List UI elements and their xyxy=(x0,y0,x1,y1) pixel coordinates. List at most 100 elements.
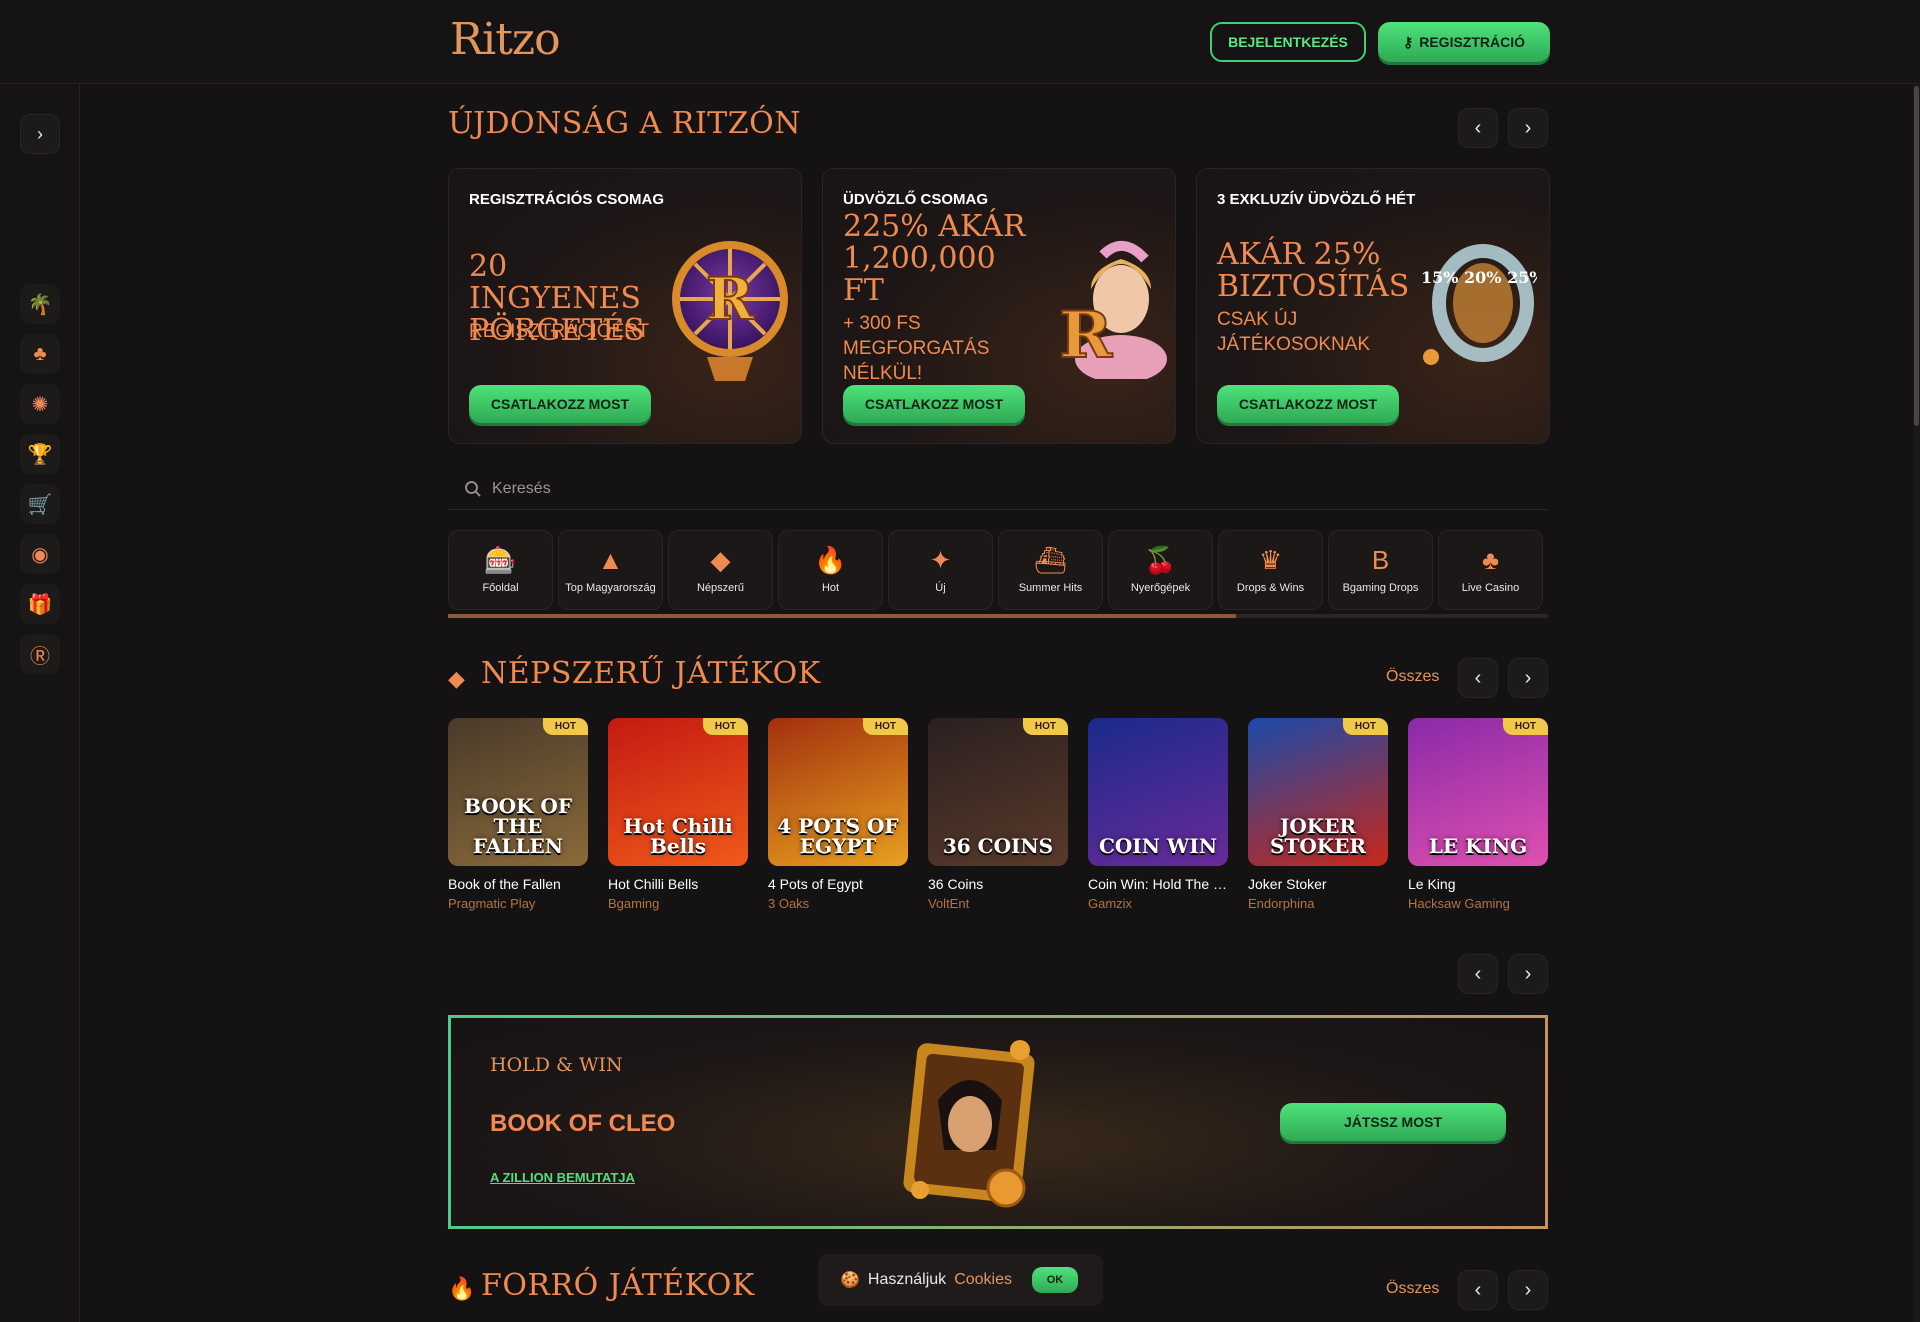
category-scrollbar-thumb[interactable] xyxy=(448,614,1236,618)
category-tab[interactable]: ⛴ Summer Hits xyxy=(998,530,1103,610)
popular-next-button[interactable]: › xyxy=(1508,658,1548,698)
category-label: Népszerű xyxy=(696,582,745,594)
sidebar-item-club[interactable]: ♣ xyxy=(20,334,60,374)
category-label: Hot xyxy=(821,582,840,594)
cookie-link[interactable]: Cookies xyxy=(954,1271,1012,1289)
news-prev-button[interactable]: ‹ xyxy=(1458,108,1498,148)
search-input[interactable]: Keresés xyxy=(492,480,551,498)
sidebar-item-percent-badge[interactable]: ✺ xyxy=(20,384,60,424)
game-thumbnail[interactable]: HOT JOKER STOKER xyxy=(1248,718,1388,866)
game-card[interactable]: COIN WIN Coin Win: Hold The Spin Gamzix xyxy=(1088,718,1228,911)
chevron-right-icon: › xyxy=(1524,116,1532,139)
join-now-button[interactable]: CSATLAKOZZ MOST xyxy=(1217,385,1399,423)
hot-badge: HOT xyxy=(1022,718,1068,735)
game-card[interactable]: HOT 4 POTS OF EGYPT 4 Pots of Egypt 3 Oaks xyxy=(768,718,908,911)
game-name[interactable]: Hot Chilli Bells xyxy=(608,876,748,892)
sidebar-item-gift[interactable]: 🎁 xyxy=(20,584,60,624)
game-card[interactable]: HOT LE KING Le King Hacksaw Gaming xyxy=(1408,718,1548,911)
category-label: Főoldal xyxy=(482,582,519,594)
search-icon xyxy=(465,480,481,497)
featured-title: BOOK OF CLEO xyxy=(490,1110,676,1137)
featured-tag: HOLD & WIN xyxy=(490,1054,623,1076)
game-name[interactable]: Coin Win: Hold The Spin xyxy=(1088,876,1228,892)
cookie-ok-button[interactable]: OK xyxy=(1032,1267,1078,1293)
category-tab[interactable]: ✦ Új xyxy=(888,530,993,610)
promo-card-welcome[interactable]: ÜDVÖZLŐ CSOMAG 225% AKÁR 1,200,000 FT + … xyxy=(822,168,1176,444)
sidebar-item-ritzo-r[interactable]: Ⓡ xyxy=(20,634,60,674)
game-card[interactable]: HOT 36 COINS 36 Coins VoltEnt xyxy=(928,718,1068,911)
game-name[interactable]: Le King xyxy=(1408,876,1548,892)
game-card[interactable]: HOT BOOK OF THE FALLEN Book of the Fallen P… xyxy=(448,718,588,911)
game-thumbnail[interactable]: HOT 4 POTS OF EGYPT xyxy=(768,718,908,866)
promo-subline: CSAK ÚJ JÁTÉKOSOKNAK xyxy=(1217,309,1371,355)
promo-card-registration[interactable]: REGISZTRÁCIÓS CSOMAG 20 INGYENES PÖRGETÉ… xyxy=(448,168,802,444)
category-tab[interactable]: ♣ Live Casino xyxy=(1438,530,1543,610)
news-section-title: ÚJDONSÁG A RITZÓN xyxy=(448,106,801,141)
popular-all-link[interactable]: Összes xyxy=(1386,668,1439,686)
percent-badge-icon: ✺ xyxy=(31,393,49,416)
sidebar-item-palm[interactable]: 🌴 xyxy=(20,284,60,324)
featured-provider-link[interactable]: A ZILLION BEMUTATJA xyxy=(490,1170,635,1185)
register-button[interactable]: ⚷ REGISZTRÁCIÓ xyxy=(1378,22,1550,62)
login-button[interactable]: BEJELENTKEZÉS xyxy=(1210,22,1366,62)
game-name[interactable]: 4 Pots of Egypt xyxy=(768,876,908,892)
category-tab[interactable]: ▲ Top Magyarország xyxy=(558,530,663,610)
game-name[interactable]: 36 Coins xyxy=(928,876,1068,892)
sidebar-item-cart[interactable]: 🛒 xyxy=(20,484,60,524)
logo[interactable]: Ritzo xyxy=(450,14,561,65)
promo-headline: AKÁR 25% BIZTOSÍTÁS xyxy=(1217,237,1410,304)
game-thumbnail[interactable]: HOT Hot Chilli Bells xyxy=(608,718,748,866)
game-card[interactable]: HOT JOKER STOKER Joker Stoker Endorphina xyxy=(1248,718,1388,911)
hot-badge: HOT xyxy=(702,718,748,735)
search-bar[interactable]: Keresés xyxy=(448,468,1548,510)
join-now-button[interactable]: CSATLAKOZZ MOST xyxy=(469,385,651,423)
ritzo-r-icon: Ⓡ xyxy=(30,645,50,668)
hot-next-button[interactable]: › xyxy=(1508,1270,1548,1310)
cookie-icon: 🍪 xyxy=(840,1272,860,1289)
category-tab[interactable]: ♛ Drops & Wins xyxy=(1218,530,1323,610)
cookie-banner: 🍪 Használjuk Cookies OK xyxy=(818,1254,1103,1306)
slot-machine-icon: 🎰 xyxy=(484,545,517,575)
hot-all-link[interactable]: Összes xyxy=(1386,1280,1439,1298)
category-label: Top Magyarország xyxy=(565,582,656,594)
sidebar-item-trophy[interactable]: 🏆 xyxy=(20,434,60,474)
game-art-title: 36 COINS xyxy=(942,834,1054,858)
sidebar-item-chip[interactable]: ◉ xyxy=(20,534,60,574)
game-name[interactable]: Book of the Fallen xyxy=(448,876,588,892)
category-tab[interactable]: 🔥 Hot xyxy=(778,530,883,610)
page-scrollbar-thumb[interactable] xyxy=(1914,86,1919,426)
join-now-button[interactable]: CSATLAKOZZ MOST xyxy=(843,385,1025,423)
game-art-title: JOKER STOKER xyxy=(1270,814,1366,858)
category-tab[interactable]: ◆ Népszerű xyxy=(668,530,773,610)
category-tab[interactable]: B Bgaming Drops xyxy=(1328,530,1433,610)
game-thumbnail[interactable]: HOT LE KING xyxy=(1408,718,1548,866)
news-next-button[interactable]: › xyxy=(1508,108,1548,148)
game-art-title: 4 POTS OF EGYPT xyxy=(777,814,899,858)
game-thumbnail[interactable]: COIN WIN xyxy=(1088,718,1228,866)
popular-games-list: HOT BOOK OF THE FALLEN Book of the Fallen P… xyxy=(448,718,1548,911)
game-provider: Hacksaw Gaming xyxy=(1408,896,1510,911)
play-now-button[interactable]: JÁTSSZ MOST xyxy=(1280,1103,1506,1141)
featured-next-button[interactable]: › xyxy=(1508,954,1548,994)
featured-prev-button[interactable]: ‹ xyxy=(1458,954,1498,994)
category-tab[interactable]: 🍒 Nyerőgépek xyxy=(1108,530,1213,610)
chevron-right-icon: › xyxy=(1524,962,1532,985)
game-name[interactable]: Joker Stoker xyxy=(1248,876,1388,892)
category-tab[interactable]: 🎰 Főoldal xyxy=(448,530,553,610)
sidebar-nav: 🌴 ♣ ✺ 🏆 🛒 ◉ 🎁 Ⓡ xyxy=(20,284,60,684)
diamond-icon: ◆ xyxy=(710,545,731,575)
promo-card-insurance[interactable]: 3 EXKLUZÍV ÜDVÖZLŐ HÉT AKÁR 25% BIZTOSÍT… xyxy=(1196,168,1550,444)
game-card[interactable]: HOT Hot Chilli Bells Hot Chilli Bells Bgami… xyxy=(608,718,748,911)
popular-prev-button[interactable]: ‹ xyxy=(1458,658,1498,698)
sidebar-expand-button[interactable]: › xyxy=(20,114,60,154)
crown-icon: ♛ xyxy=(1258,545,1283,575)
game-provider: Endorphina xyxy=(1248,896,1315,911)
hot-badge: HOT xyxy=(1342,718,1388,735)
game-thumbnail[interactable]: HOT BOOK OF THE FALLEN xyxy=(448,718,588,866)
chevron-left-icon: ‹ xyxy=(1474,116,1482,139)
game-thumbnail[interactable]: HOT 36 COINS xyxy=(928,718,1068,866)
hot-section-title: FORRÓ JÁTÉKOK xyxy=(481,1268,755,1303)
promo-label: REGISZTRÁCIÓS CSOMAG xyxy=(469,191,665,208)
hot-prev-button[interactable]: ‹ xyxy=(1458,1270,1498,1310)
register-label: REGISZTRÁCIÓ xyxy=(1419,34,1526,50)
